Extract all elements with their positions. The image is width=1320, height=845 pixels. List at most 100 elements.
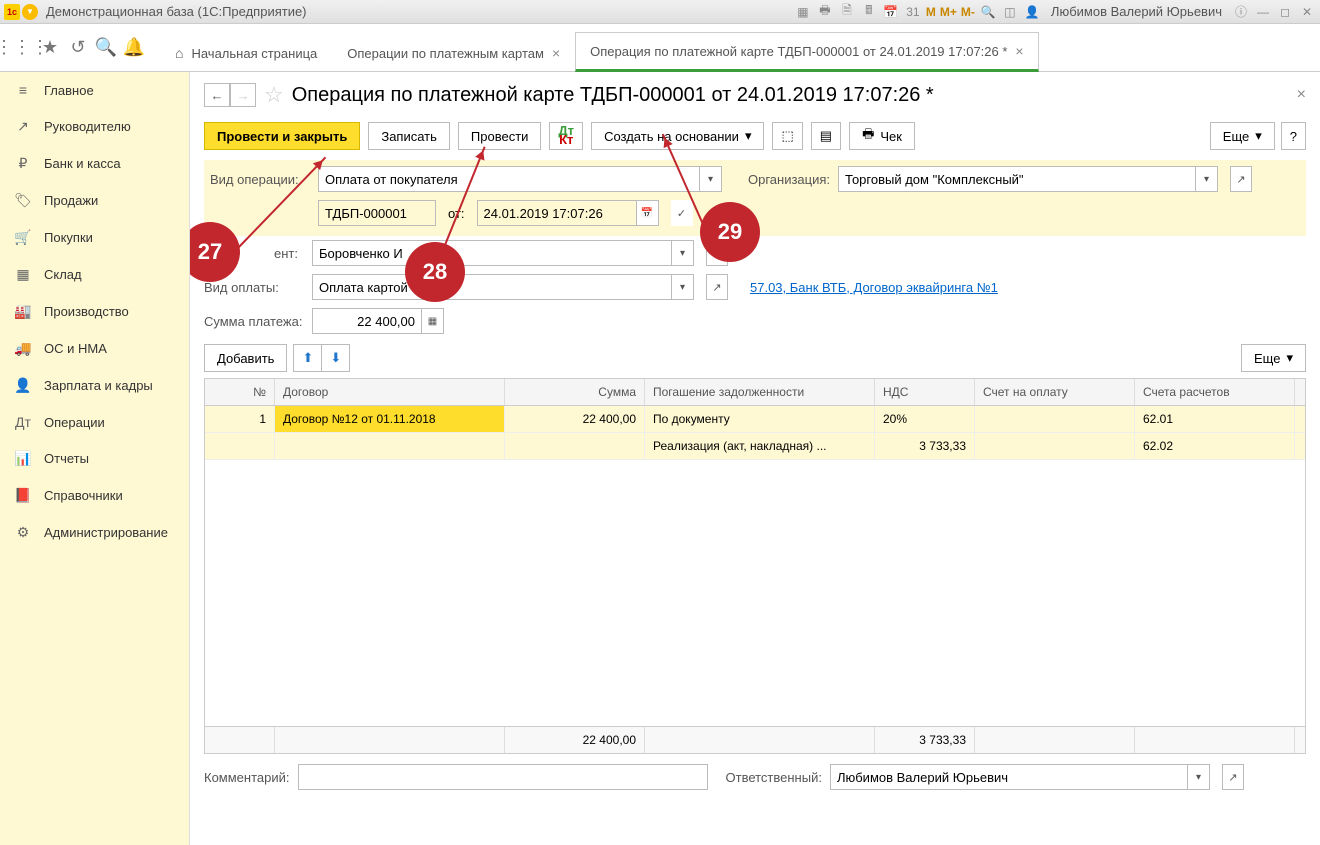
resp-field[interactable] [830,764,1188,790]
doc-icon[interactable]: 🗎 [838,3,856,21]
sidebar-item[interactable]: ⚙Администрирование [0,514,189,551]
minimize-icon[interactable]: — [1254,3,1272,21]
nav-back-button[interactable]: ← [204,83,230,107]
nav-forward-button[interactable]: → [230,83,256,107]
sidebar-item[interactable]: 🏭Производство [0,293,189,330]
search-icon[interactable]: 🔍 [92,34,120,62]
create-based-button[interactable]: Создать на основании ▾ [591,122,764,150]
post-and-close-button[interactable]: Провести и закрыть [204,122,360,150]
cell: По документу [645,406,875,432]
add-row-button[interactable]: Добавить [204,344,287,372]
footer-cell [645,727,875,753]
move-up-button[interactable]: ⬆ [293,344,322,372]
favorites-icon[interactable]: ★ [36,34,64,62]
tab-home[interactable]: ⌂ Начальная страница [160,34,332,71]
sidebar-item[interactable]: 📕Справочники [0,477,189,514]
history-icon[interactable]: ↺ [64,34,92,62]
help-button[interactable]: ? [1281,122,1306,150]
memory-m[interactable]: M [926,5,936,19]
dropdown-icon[interactable]: ▾ [1188,764,1210,790]
cell: 62.01 [1135,406,1295,432]
print-icon[interactable]: 🖶 [816,3,834,21]
dtk-button[interactable]: ДтКт [549,122,583,150]
sidebar-item[interactable]: 🚚ОС и НМА [0,330,189,367]
memory-mminus[interactable]: M- [961,5,975,19]
btn-label: Чек [880,129,902,144]
col-sum[interactable]: Сумма [505,379,645,405]
close-page-icon[interactable]: × [1297,86,1306,104]
bell-icon[interactable]: 🔔 [120,34,148,62]
calendar-icon[interactable]: 📅 [882,3,900,21]
date-icon[interactable]: 31 [904,3,922,21]
org-field[interactable] [838,166,1196,192]
calc-icon[interactable]: ▦ [422,308,444,334]
toolbar-icon[interactable]: ▦ [794,3,812,21]
tab-close-icon[interactable]: × [552,45,560,61]
calc-icon[interactable]: 🖩 [860,3,878,21]
col-vat[interactable]: НДС [875,379,975,405]
dropdown-icon[interactable]: ▾ [700,166,722,192]
sidebar-label: ОС и НМА [44,341,107,356]
col-repayment[interactable]: Погашение задолженности [645,379,875,405]
zoom-icon[interactable]: 🔍 [979,3,997,21]
op-type-field[interactable] [318,166,700,192]
dropdown-icon[interactable]: ▾ [672,274,694,300]
tab-operations[interactable]: Операции по платежным картам × [332,34,575,71]
sidebar-item[interactable]: ▦Склад [0,256,189,293]
col-num[interactable]: № [205,379,275,405]
table-more-button[interactable]: Еще ▾ [1241,344,1306,372]
counterparty-field[interactable] [312,240,672,266]
sidebar-label: Продажи [44,193,98,208]
btn-label: Еще [1223,129,1249,144]
post-button[interactable]: Провести [458,122,542,150]
sidebar-item[interactable]: ≡Главное [0,72,189,108]
memory-mplus[interactable]: M+ [940,5,957,19]
close-icon[interactable]: ✕ [1298,3,1316,21]
info-icon[interactable]: ⓘ [1232,3,1250,21]
sidebar-item[interactable]: 🏷 Продажи [0,182,189,219]
pay-type-field[interactable] [312,274,672,300]
sidebar-item[interactable]: ↗Руководителю [0,108,189,145]
open-icon[interactable]: ↗ [706,274,728,300]
col-invoice[interactable]: Счет на оплату [975,379,1135,405]
dropdown-icon[interactable]: ▾ [672,240,694,266]
apps-icon[interactable]: ⋮⋮⋮ [8,34,36,62]
move-down-button[interactable]: ⬇ [322,344,350,372]
col-contract[interactable]: Договор [275,379,505,405]
col-accounts[interactable]: Счета расчетов [1135,379,1295,405]
dropdown-icon[interactable]: ▾ [1196,166,1218,192]
sidebar-label: Справочники [44,488,123,503]
table-row[interactable]: Реализация (акт, накладная) ...3 733,336… [205,433,1305,460]
sidebar-item[interactable]: 📊Отчеты [0,440,189,477]
receipt-button[interactable]: 🖶 Чек [849,122,915,150]
comment-field[interactable] [298,764,708,790]
panel-icon[interactable]: ◫ [1001,3,1019,21]
sidebar-item[interactable]: 👤Зарплата и кадры [0,367,189,404]
footer-cell [205,727,275,753]
structure-icon[interactable]: ⬚ [772,122,802,150]
sum-field[interactable] [312,308,422,334]
more-button[interactable]: Еще ▾ [1210,122,1275,150]
acquiring-link[interactable]: 57.03, Банк ВТБ, Договор эквайринга №1 [750,280,998,295]
tab-current[interactable]: Операция по платежной карте ТДБП-000001 … [575,32,1038,72]
open-icon[interactable]: ↗ [1222,764,1244,790]
sidebar-icon: 👤 [14,377,32,394]
sidebar-item[interactable]: 🛒Покупки [0,219,189,256]
favorite-star-icon[interactable]: ☆ [264,82,284,108]
sidebar-item[interactable]: ₽Банк и касса [0,145,189,182]
write-button[interactable]: Записать [368,122,450,150]
sidebar-icon: 🏷 [14,192,32,209]
sidebar-item[interactable]: ДтОперации [0,404,189,440]
tab-close-icon[interactable]: × [1015,43,1023,59]
calendar-icon[interactable]: 📅 [637,200,659,226]
dropdown-icon[interactable]: ▼ [22,4,38,20]
report-icon[interactable]: ▤ [811,122,841,150]
date-field[interactable] [477,200,637,226]
cell [275,433,505,459]
maximize-icon[interactable]: ◻ [1276,3,1294,21]
user-name[interactable]: Любимов Валерий Юрьевич [1051,4,1222,19]
footer-cell [1135,727,1295,753]
number-field[interactable] [318,200,436,226]
table-row[interactable]: 1Договор №12 от 01.11.201822 400,00По до… [205,406,1305,433]
open-icon[interactable]: ↗ [1230,166,1252,192]
